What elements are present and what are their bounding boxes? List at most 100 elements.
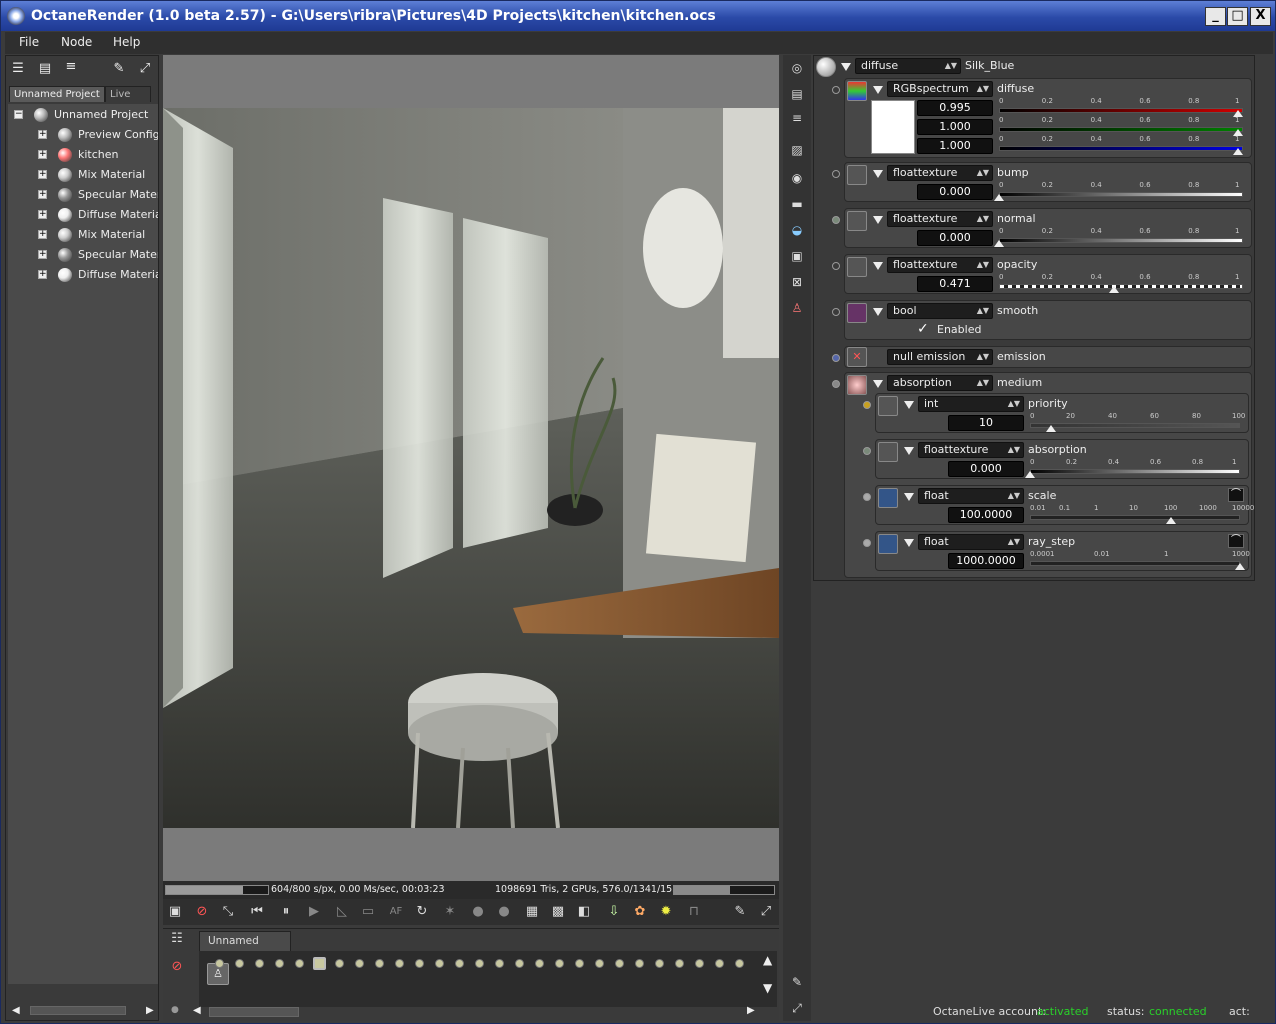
outliner-icon[interactable]: ☰ <box>9 60 27 78</box>
tab-live-db[interactable]: Live DB <box>105 86 151 116</box>
reset-camera-icon[interactable]: ⤡ <box>219 903 237 921</box>
viewport-fullscreen-icon[interactable]: ⤢ <box>757 903 775 921</box>
tree-item[interactable]: + Specular Material <box>8 186 158 204</box>
list-view-icon[interactable]: ≡ <box>788 109 806 127</box>
sphere-1-icon[interactable]: ● <box>469 903 487 921</box>
keyframe-dot[interactable] <box>313 957 326 970</box>
expand-icon[interactable]: + <box>38 230 47 239</box>
slider-thumb[interactable] <box>1046 425 1056 432</box>
bump-slider[interactable]: 0 0.2 0.4 0.6 0.8 1 <box>994 181 1243 204</box>
keyframe-dot[interactable] <box>395 959 404 968</box>
slider-thumb[interactable] <box>1165 517 1176 524</box>
inspector-wrench-icon[interactable]: ✎ <box>788 973 806 991</box>
collapse-icon[interactable]: − <box>14 110 23 119</box>
expand-icon[interactable]: + <box>38 210 47 219</box>
image-icon[interactable]: ▨ <box>788 141 806 159</box>
horizontal-scrollbar[interactable]: ◀ ▶ <box>8 1002 158 1018</box>
tree-item[interactable]: − Unnamed Project <box>8 106 158 124</box>
priority-pin[interactable] <box>863 401 871 409</box>
expand-icon[interactable]: + <box>38 170 47 179</box>
refresh-icon[interactable]: ↻ <box>413 903 431 921</box>
menu-help[interactable]: Help <box>113 35 140 49</box>
fullscreen-icon[interactable]: ⤢ <box>136 60 154 78</box>
play-icon[interactable]: ▶ <box>305 903 323 921</box>
color-swatch[interactable] <box>871 100 915 154</box>
checker-icon[interactable]: ▩ <box>549 903 567 921</box>
graph-scrollbar-thumb[interactable] <box>209 1007 299 1017</box>
diffuse-b-slider[interactable]: 0 0.2 0.4 0.6 0.8 1 <box>999 135 1243 158</box>
scale-slider[interactable]: 0.01 0.1 1 10 100 1000 10000 <box>1030 504 1254 527</box>
render-image[interactable] <box>163 108 779 828</box>
normal-value[interactable]: 0.000 <box>917 230 993 246</box>
kernel-icon[interactable]: ⊠ <box>788 273 806 291</box>
expand-icon[interactable]: + <box>38 270 47 279</box>
pick-icon[interactable]: ✶ <box>441 903 459 921</box>
opacity-pin[interactable] <box>832 262 840 270</box>
sphere-2-icon[interactable]: ● <box>495 903 513 921</box>
scroll-left-icon[interactable]: ◀ <box>12 1005 20 1016</box>
keyframe-dot[interactable] <box>715 959 724 968</box>
bump-value[interactable]: 0.000 <box>917 184 993 200</box>
ray_step-pin[interactable] <box>863 539 871 547</box>
tree-item[interactable]: + Diffuse Material <box>8 266 158 284</box>
maximize-button[interactable]: □ <box>1227 7 1248 26</box>
keyframe-dot[interactable] <box>495 959 504 968</box>
pause-icon[interactable]: ⏸ <box>277 903 295 921</box>
keyframe-dot[interactable] <box>455 959 464 968</box>
camera-icon[interactable]: ◎ <box>788 59 806 77</box>
expand-icon[interactable]: + <box>38 250 47 259</box>
normal-slider[interactable]: 0 0.2 0.4 0.6 0.8 1 <box>994 227 1243 250</box>
keyframe-dot[interactable] <box>475 959 484 968</box>
log-scale-toggle-icon[interactable]: ⌒ <box>1228 534 1244 548</box>
keyframe-dot[interactable] <box>435 959 444 968</box>
graph-tab[interactable]: Unnamed Project <box>199 931 291 965</box>
keyframe-dot[interactable] <box>515 959 524 968</box>
keyframe-dot[interactable] <box>655 959 664 968</box>
keyframe-dot[interactable] <box>675 959 684 968</box>
tree-item[interactable]: + Diffuse Material <box>8 206 158 224</box>
smooth-pin[interactable] <box>832 308 840 316</box>
title-bar[interactable]: OctaneRender (1.0 beta 2.57) - G:\Users\… <box>1 1 1275 31</box>
absorption-type-select[interactable]: floattexture ▲▼ <box>918 442 1024 458</box>
keyframe-dot[interactable] <box>275 959 284 968</box>
restart-icon[interactable]: ⏮ <box>248 903 266 921</box>
tree-item[interactable]: + Preview Configura <box>8 126 158 144</box>
ray_step-value[interactable]: 1000.0000 <box>948 553 1024 569</box>
diffuse-g-value[interactable]: 1.000 <box>917 119 993 135</box>
diffuse-r-value[interactable]: 0.995 <box>917 100 993 116</box>
medium-collapse-icon[interactable] <box>873 380 883 388</box>
menu-node[interactable]: Node <box>61 35 92 49</box>
tab-unnamed-project[interactable]: Unnamed Project <box>9 86 105 102</box>
palette-icon[interactable]: ✿ <box>631 903 649 921</box>
keyframe-dot[interactable] <box>235 959 244 968</box>
priority-value[interactable]: 10 <box>948 415 1024 431</box>
keyframe-dot[interactable] <box>375 959 384 968</box>
smooth-collapse-icon[interactable] <box>873 308 883 316</box>
opacity-type-select[interactable]: floattexture ▲▼ <box>887 257 993 273</box>
texture-icon[interactable]: ▣ <box>788 247 806 265</box>
expand-icon[interactable]: + <box>38 150 47 159</box>
keyframe-dot[interactable] <box>575 959 584 968</box>
keyframe-dot[interactable] <box>255 959 264 968</box>
medium-pin[interactable] <box>832 380 840 388</box>
film-icon[interactable]: ▬ <box>788 195 806 213</box>
medium-type-select[interactable]: absorption ▲▼ <box>887 375 993 391</box>
ray_step-slider[interactable]: 0.0001 0.01 1 1000 <box>1030 550 1250 573</box>
scroll-up-icon[interactable]: ▲ <box>763 953 772 967</box>
autofocus-icon[interactable]: AF <box>387 903 405 921</box>
bump-pin[interactable] <box>832 170 840 178</box>
scroll-right-icon[interactable]: ▶ <box>146 1005 154 1016</box>
absorption-collapse-icon[interactable] <box>904 447 914 455</box>
ray_step-collapse-icon[interactable] <box>904 539 914 547</box>
settings-wrench-icon[interactable]: ✎ <box>731 903 749 921</box>
close-button[interactable]: X <box>1250 7 1271 26</box>
keyframe-dot[interactable] <box>615 959 624 968</box>
log-scale-toggle-icon[interactable]: ⌒ <box>1228 488 1244 502</box>
scroll-down-icon[interactable]: ▼ <box>763 981 772 995</box>
render-target-icon[interactable]: ▤ <box>788 85 806 103</box>
tree-item[interactable]: + Mix Material <box>8 226 158 244</box>
keyframe-dot[interactable] <box>355 959 364 968</box>
scale-pin[interactable] <box>863 493 871 501</box>
bump-type-select[interactable]: floattexture ▲▼ <box>887 165 993 181</box>
graph-stop-icon[interactable]: ⊘ <box>167 959 187 977</box>
